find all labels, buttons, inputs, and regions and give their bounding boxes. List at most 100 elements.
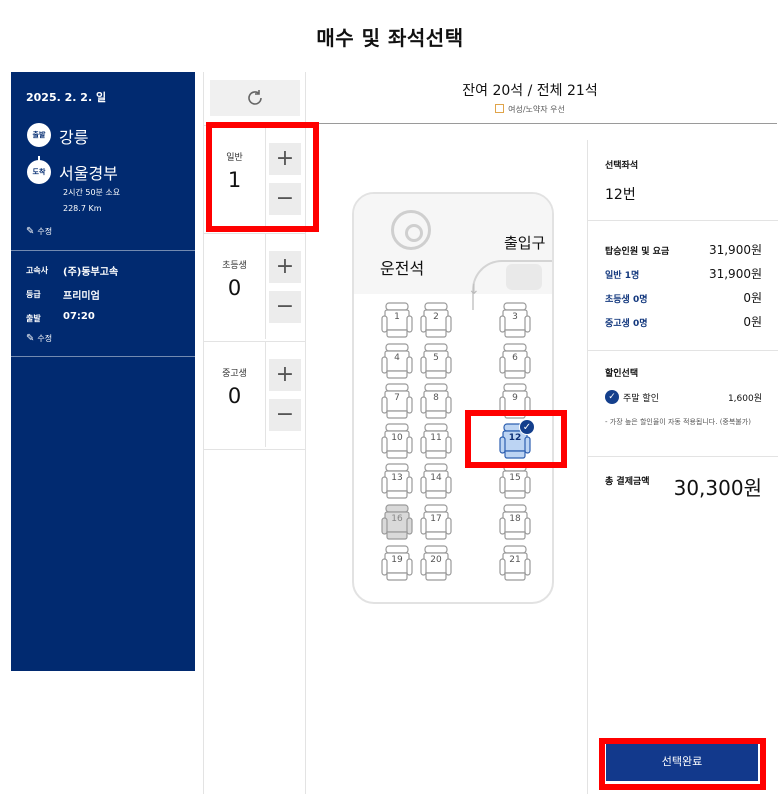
pen-icon: ✎ bbox=[26, 333, 35, 344]
door-step bbox=[506, 264, 542, 290]
door-arrow-icon: ↓ bbox=[468, 282, 480, 298]
panel-divider bbox=[11, 250, 195, 251]
edit-route-link[interactable]: ✎ 수정 bbox=[26, 226, 52, 237]
seat-13[interactable]: 13 bbox=[381, 463, 413, 499]
fare-total: 31,900원 bbox=[708, 243, 762, 257]
edit-schedule-link[interactable]: ✎ 수정 bbox=[26, 333, 52, 344]
increase-button[interactable]: + bbox=[269, 359, 301, 391]
seat-15[interactable]: 15 bbox=[499, 463, 531, 499]
seat-number: 10 bbox=[391, 433, 403, 443]
seat-2[interactable]: 2 bbox=[420, 302, 452, 338]
fare-label: 탑승인원 및 요금 bbox=[605, 247, 670, 257]
remaining-seats: 잔여 20석 / 전체 21석 bbox=[462, 83, 598, 99]
seat-number: 3 bbox=[512, 312, 518, 322]
driver-seat-label: 운전석 bbox=[380, 259, 425, 278]
departure-badge: 출발 bbox=[27, 123, 51, 147]
seat-number: 18 bbox=[509, 514, 521, 524]
seat-10[interactable]: 10 bbox=[381, 423, 413, 459]
decrease-button[interactable]: − bbox=[269, 183, 301, 215]
trip-duration: 2시간 50분 소요 bbox=[63, 188, 121, 197]
seat-1[interactable]: 1 bbox=[381, 302, 413, 338]
decrease-button[interactable]: − bbox=[269, 291, 301, 323]
seat-number: 13 bbox=[391, 473, 403, 483]
depart-time-label: 출발 bbox=[26, 314, 41, 323]
seat-14[interactable]: 14 bbox=[420, 463, 452, 499]
discount-note: - 가장 높은 할인율이 자동 적용됩니다. (중복불가) bbox=[605, 418, 751, 426]
seat-legend: 여성/노약자 우선 bbox=[307, 104, 753, 115]
fare-row-value: 31,900원 bbox=[708, 267, 762, 281]
decrease-button[interactable]: − bbox=[269, 399, 301, 431]
passenger-count: 0 bbox=[227, 276, 242, 300]
seat-number: 21 bbox=[509, 555, 521, 565]
seat-8[interactable]: 8 bbox=[420, 383, 452, 419]
seat-9[interactable]: 9 bbox=[499, 383, 531, 419]
summary-panel: 선택좌석 12번 탑승인원 및 요금 31,900원 일반 1명 31,900원… bbox=[587, 140, 778, 794]
seat-20[interactable]: 20 bbox=[420, 545, 452, 581]
total-label: 총 결제금액 bbox=[605, 477, 650, 487]
increase-button[interactable]: + bbox=[269, 251, 301, 283]
steering-wheel-icon bbox=[391, 210, 431, 250]
discount-amount: 1,600원 bbox=[727, 394, 762, 404]
passenger-row-student: 중고생 0 + − bbox=[204, 341, 306, 447]
confirm-selection-button[interactable]: 선택완료 bbox=[606, 741, 758, 781]
discount-label: 할인선택 bbox=[605, 369, 639, 379]
seat-11[interactable]: 11 bbox=[420, 423, 452, 459]
seat-21[interactable]: 21 bbox=[499, 545, 531, 581]
passenger-type-label: 초등생 bbox=[222, 261, 247, 271]
passenger-row-end bbox=[204, 449, 306, 450]
door-label: 출입구 bbox=[504, 234, 546, 252]
priority-seat-swatch bbox=[495, 104, 505, 113]
seat-number: 6 bbox=[512, 353, 518, 363]
departure-city: 강릉 bbox=[59, 128, 89, 147]
seat-number: 15 bbox=[509, 473, 521, 483]
seat-number: 1 bbox=[394, 312, 400, 322]
seat-number: 8 bbox=[433, 393, 439, 403]
seat-header: 잔여 20석 / 전체 21석 여성/노약자 우선 bbox=[307, 72, 777, 124]
company-value: (주)동부고속 bbox=[63, 267, 119, 278]
seat-number: 19 bbox=[391, 555, 403, 565]
reset-button[interactable] bbox=[210, 80, 300, 116]
passenger-type-label: 일반 bbox=[226, 153, 243, 163]
company-label: 고속사 bbox=[26, 266, 49, 275]
panel-divider bbox=[11, 356, 195, 357]
fare-row-value: 0원 bbox=[743, 315, 762, 329]
seat-number: 11 bbox=[430, 433, 442, 443]
seat-selection-page: 매수 및 좌석선택 2025. 2. 2. 일 출발 강릉 도착 서울경부 2시… bbox=[0, 0, 780, 794]
refresh-icon bbox=[248, 90, 262, 105]
seat-number: 4 bbox=[394, 353, 400, 363]
selected-seat-label: 선택좌석 bbox=[605, 161, 639, 171]
edit-schedule-label: 수정 bbox=[37, 334, 53, 343]
fare-row-value: 0원 bbox=[743, 291, 762, 305]
trip-date: 2025. 2. 2. 일 bbox=[26, 91, 107, 104]
seat-5[interactable]: 5 bbox=[420, 343, 452, 379]
seat-4[interactable]: 4 bbox=[381, 343, 413, 379]
seat-number: 20 bbox=[430, 555, 442, 565]
passenger-row-adult: 일반 1 + − bbox=[204, 125, 306, 231]
page-title: 매수 및 좌석선택 bbox=[316, 26, 464, 50]
passenger-type-label: 중고생 bbox=[222, 369, 247, 379]
seat-16: 16 bbox=[381, 504, 413, 540]
seat-18[interactable]: 18 bbox=[499, 504, 531, 540]
passenger-row-elementary: 초등생 0 + − bbox=[204, 233, 306, 339]
fare-row-label: 중고생 0명 bbox=[605, 319, 648, 329]
seat-number: 16 bbox=[391, 514, 403, 524]
trip-info-panel: 2025. 2. 2. 일 출발 강릉 도착 서울경부 2시간 50분 소요 2… bbox=[11, 72, 195, 671]
discount-name[interactable]: 주말 할인 bbox=[623, 391, 659, 404]
seat-17[interactable]: 17 bbox=[420, 504, 452, 540]
edit-route-label: 수정 bbox=[37, 227, 53, 236]
grade-value: 프리미엄 bbox=[63, 291, 100, 302]
trip-distance: 228.7 Km bbox=[63, 204, 102, 213]
total-amount: 30,300원 bbox=[673, 476, 762, 500]
seat-6[interactable]: 6 bbox=[499, 343, 531, 379]
check-icon[interactable]: ✓ bbox=[605, 390, 619, 404]
seat-number: 14 bbox=[430, 473, 442, 483]
fare-row-label: 일반 1명 bbox=[605, 271, 640, 281]
fare-row-label: 초등생 0명 bbox=[605, 295, 648, 305]
seat-3[interactable]: 3 bbox=[499, 302, 531, 338]
check-icon: ✓ bbox=[519, 419, 535, 435]
seat-7[interactable]: 7 bbox=[381, 383, 413, 419]
increase-button[interactable]: + bbox=[269, 143, 301, 175]
seat-19[interactable]: 19 bbox=[381, 545, 413, 581]
passenger-count-column: 일반 1 + − 초등생 0 + − 중고생 0 + − bbox=[203, 72, 306, 794]
pen-icon: ✎ bbox=[26, 226, 35, 237]
